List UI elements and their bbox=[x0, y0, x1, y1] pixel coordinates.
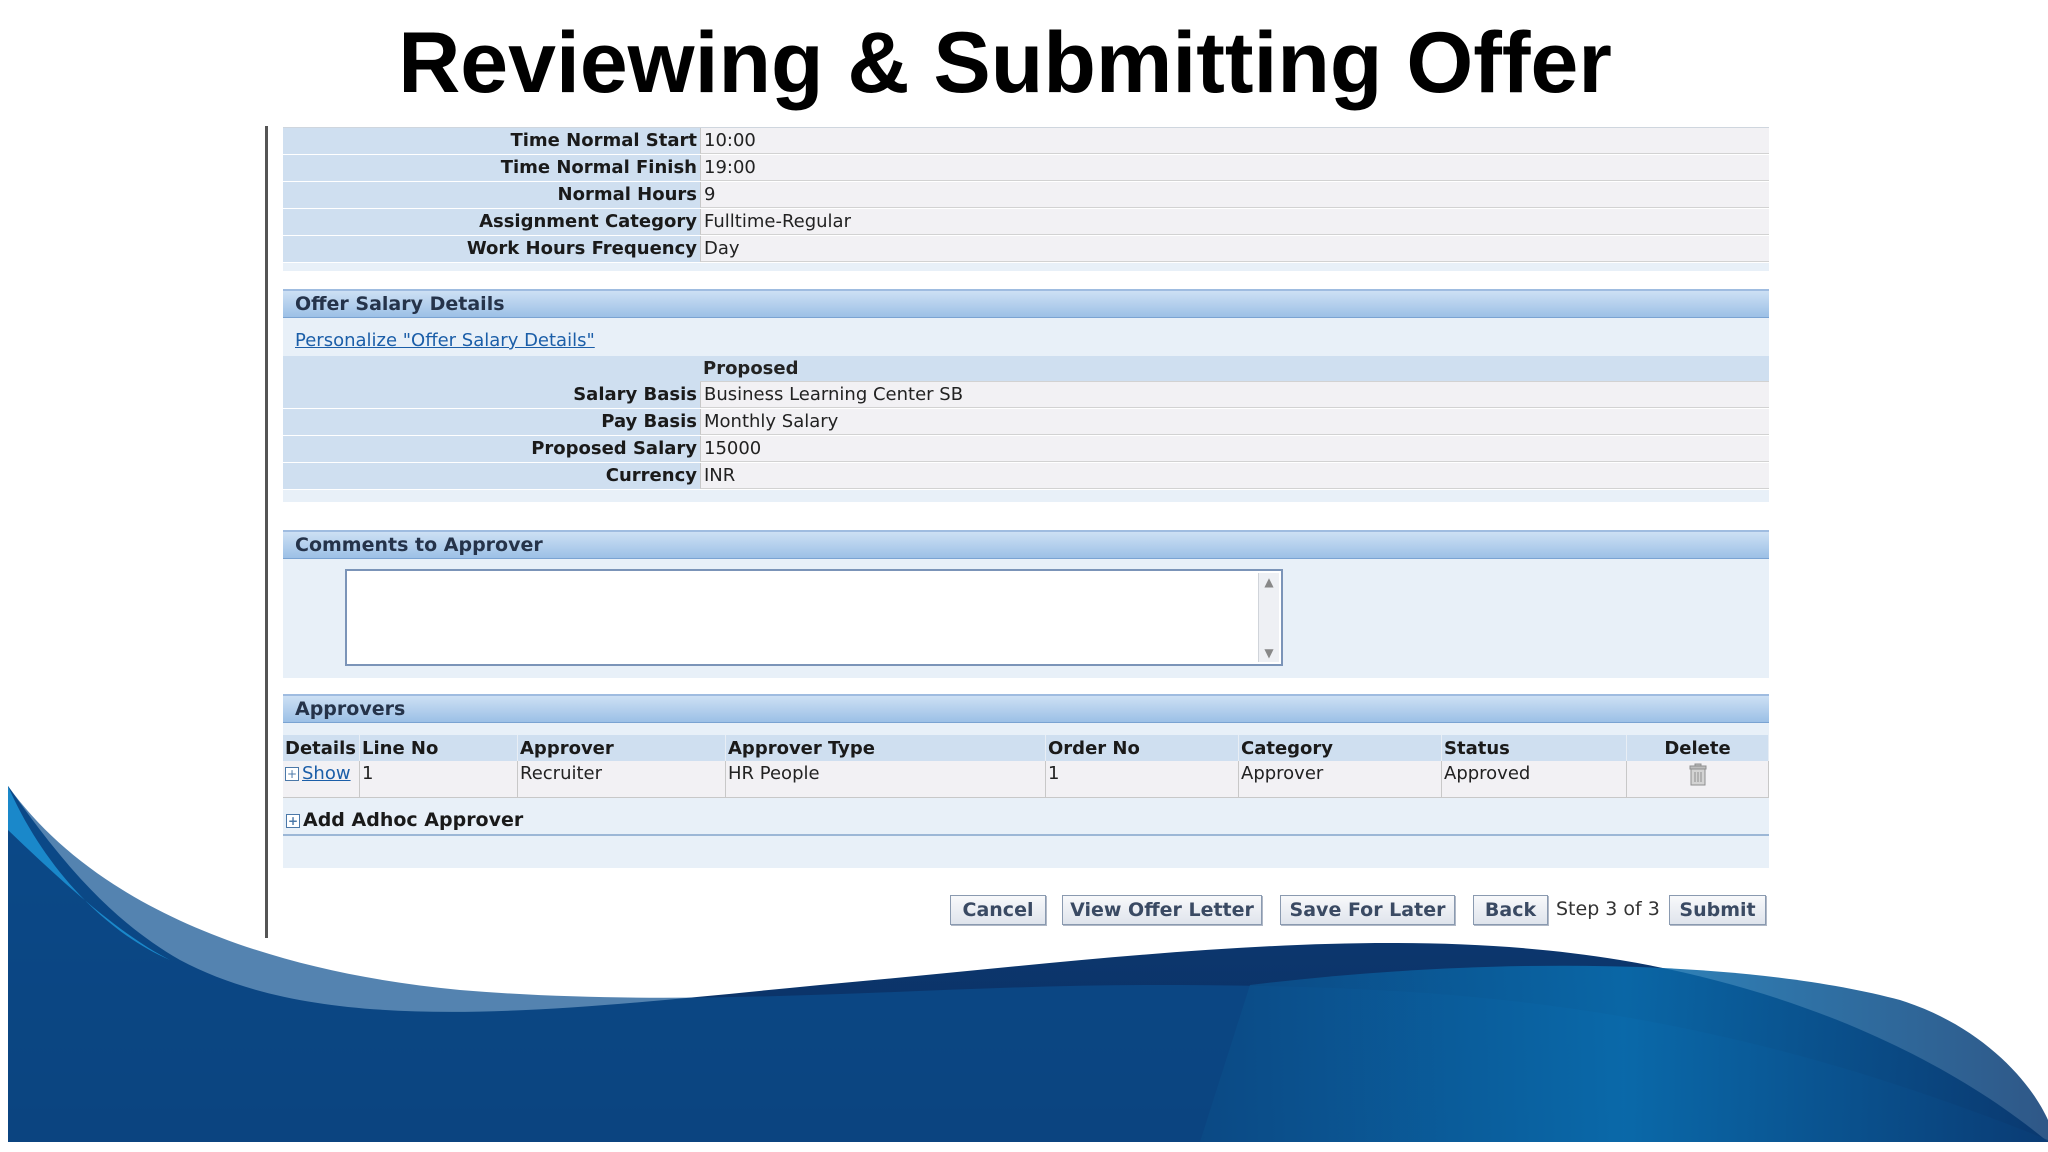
field-label: Assignment Category bbox=[283, 209, 700, 235]
proposed-header: Proposed bbox=[700, 356, 1769, 382]
back-button[interactable]: Back bbox=[1473, 895, 1548, 925]
field-label: Salary Basis bbox=[283, 382, 700, 408]
step-indicator: Step 3 of 3 bbox=[1556, 898, 1660, 920]
column-header: Details bbox=[283, 735, 360, 761]
time-normal-start-row: Time Normal Start 10:00 bbox=[283, 128, 1769, 155]
submit-button[interactable]: Submit bbox=[1669, 895, 1766, 925]
details-cell: + Show bbox=[283, 761, 360, 798]
field-label: Time Normal Finish bbox=[283, 155, 700, 181]
assignment-category-row: Assignment Category Fulltime-Regular bbox=[283, 209, 1769, 236]
section-header-comments: Comments to Approver bbox=[283, 530, 1769, 559]
currency-row: Currency INR bbox=[283, 463, 1769, 490]
field-value: INR bbox=[700, 463, 1769, 489]
scroll-up-icon[interactable]: ▲ bbox=[1259, 573, 1279, 591]
field-value: 15000 bbox=[700, 436, 1769, 462]
work-hours-frequency-row: Work Hours Frequency Day bbox=[283, 236, 1769, 263]
proposed-column-header: Proposed bbox=[283, 356, 1769, 382]
blank-label-cell bbox=[283, 356, 700, 382]
column-header: Line No bbox=[359, 735, 518, 761]
salary-section-body: Personalize "Offer Salary Details" Propo… bbox=[283, 318, 1769, 502]
section-header-approvers: Approvers bbox=[283, 694, 1769, 723]
comments-textarea[interactable]: ▲ ▼ bbox=[345, 569, 1283, 666]
comments-section-body: ▲ ▼ bbox=[283, 559, 1769, 678]
field-value: Monthly Salary bbox=[700, 409, 1769, 435]
field-value: Day bbox=[700, 236, 1769, 262]
slide-title: Reviewing & Submitting Offer bbox=[398, 15, 1612, 111]
scroll-down-icon[interactable]: ▼ bbox=[1259, 644, 1279, 662]
expand-plus-icon[interactable]: + bbox=[285, 767, 299, 781]
field-value: Business Learning Center SB bbox=[700, 382, 1769, 408]
add-adhoc-approver-label: Add Adhoc Approver bbox=[303, 809, 524, 831]
proposed-salary-row: Proposed Salary 15000 bbox=[283, 436, 1769, 463]
field-value: 10:00 bbox=[700, 128, 1769, 154]
approvers-table: Details Line No Approver Approver Type O… bbox=[283, 735, 1769, 798]
table-row: + Show 1 Recruiter HR People 1 Approver A… bbox=[283, 761, 1769, 798]
field-label: Time Normal Start bbox=[283, 128, 700, 154]
column-header: Order No bbox=[1045, 735, 1239, 761]
field-label: Work Hours Frequency bbox=[283, 236, 700, 262]
column-header: Approver bbox=[517, 735, 726, 761]
approver-cell: Recruiter bbox=[517, 761, 726, 798]
column-header: Delete bbox=[1626, 735, 1769, 761]
column-header: Approver Type bbox=[725, 735, 1046, 761]
approvers-section: Approvers Details Line No Approver Appro… bbox=[283, 694, 1769, 868]
line-no-cell: 1 bbox=[359, 761, 518, 798]
assignment-details-panel: Time Normal Start 10:00 Time Normal Fini… bbox=[283, 127, 1769, 271]
approvers-section-body: Details Line No Approver Approver Type O… bbox=[283, 723, 1769, 868]
order-no-cell: 1 bbox=[1045, 761, 1239, 798]
view-offer-letter-button[interactable]: View Offer Letter bbox=[1062, 895, 1262, 925]
panel-spacer bbox=[283, 798, 1769, 806]
comments-scrollbar[interactable]: ▲ ▼ bbox=[1258, 573, 1279, 662]
column-header: Category bbox=[1238, 735, 1442, 761]
field-label: Currency bbox=[283, 463, 700, 489]
field-label: Pay Basis bbox=[283, 409, 700, 435]
delete-cell bbox=[1626, 761, 1769, 798]
comments-text bbox=[347, 571, 1281, 579]
trash-icon[interactable] bbox=[1688, 763, 1708, 787]
field-label: Normal Hours bbox=[283, 182, 700, 208]
approver-type-cell: HR People bbox=[725, 761, 1046, 798]
normal-hours-row: Normal Hours 9 bbox=[283, 182, 1769, 209]
category-cell: Approver bbox=[1238, 761, 1442, 798]
expand-plus-icon[interactable]: + bbox=[286, 813, 300, 828]
field-value: Fulltime-Regular bbox=[700, 209, 1769, 235]
field-label: Proposed Salary bbox=[283, 436, 700, 462]
show-details-link[interactable]: Show bbox=[302, 763, 351, 784]
add-adhoc-approver-row[interactable]: + Add Adhoc Approver bbox=[283, 806, 1769, 836]
field-value: 9 bbox=[700, 182, 1769, 208]
cancel-button[interactable]: Cancel bbox=[950, 895, 1046, 925]
personalize-offer-salary-link[interactable]: Personalize "Offer Salary Details" bbox=[283, 318, 1769, 356]
panel-spacer bbox=[283, 263, 1769, 271]
left-border-line bbox=[265, 126, 268, 938]
table-header-row: Details Line No Approver Approver Type O… bbox=[283, 735, 1769, 761]
time-normal-finish-row: Time Normal Finish 19:00 bbox=[283, 155, 1769, 182]
section-header-offer-salary: Offer Salary Details bbox=[283, 289, 1769, 318]
field-value: 19:00 bbox=[700, 155, 1769, 181]
comments-section: Comments to Approver ▲ ▼ bbox=[283, 530, 1769, 678]
column-header: Status bbox=[1441, 735, 1627, 761]
offer-salary-details-section: Offer Salary Details Personalize "Offer … bbox=[283, 289, 1769, 502]
save-for-later-button[interactable]: Save For Later bbox=[1280, 895, 1455, 925]
status-cell: Approved bbox=[1441, 761, 1627, 798]
salary-basis-row: Salary Basis Business Learning Center SB bbox=[283, 382, 1769, 409]
panel-spacer bbox=[283, 836, 1769, 868]
panel-spacer bbox=[283, 490, 1769, 502]
pay-basis-row: Pay Basis Monthly Salary bbox=[283, 409, 1769, 436]
